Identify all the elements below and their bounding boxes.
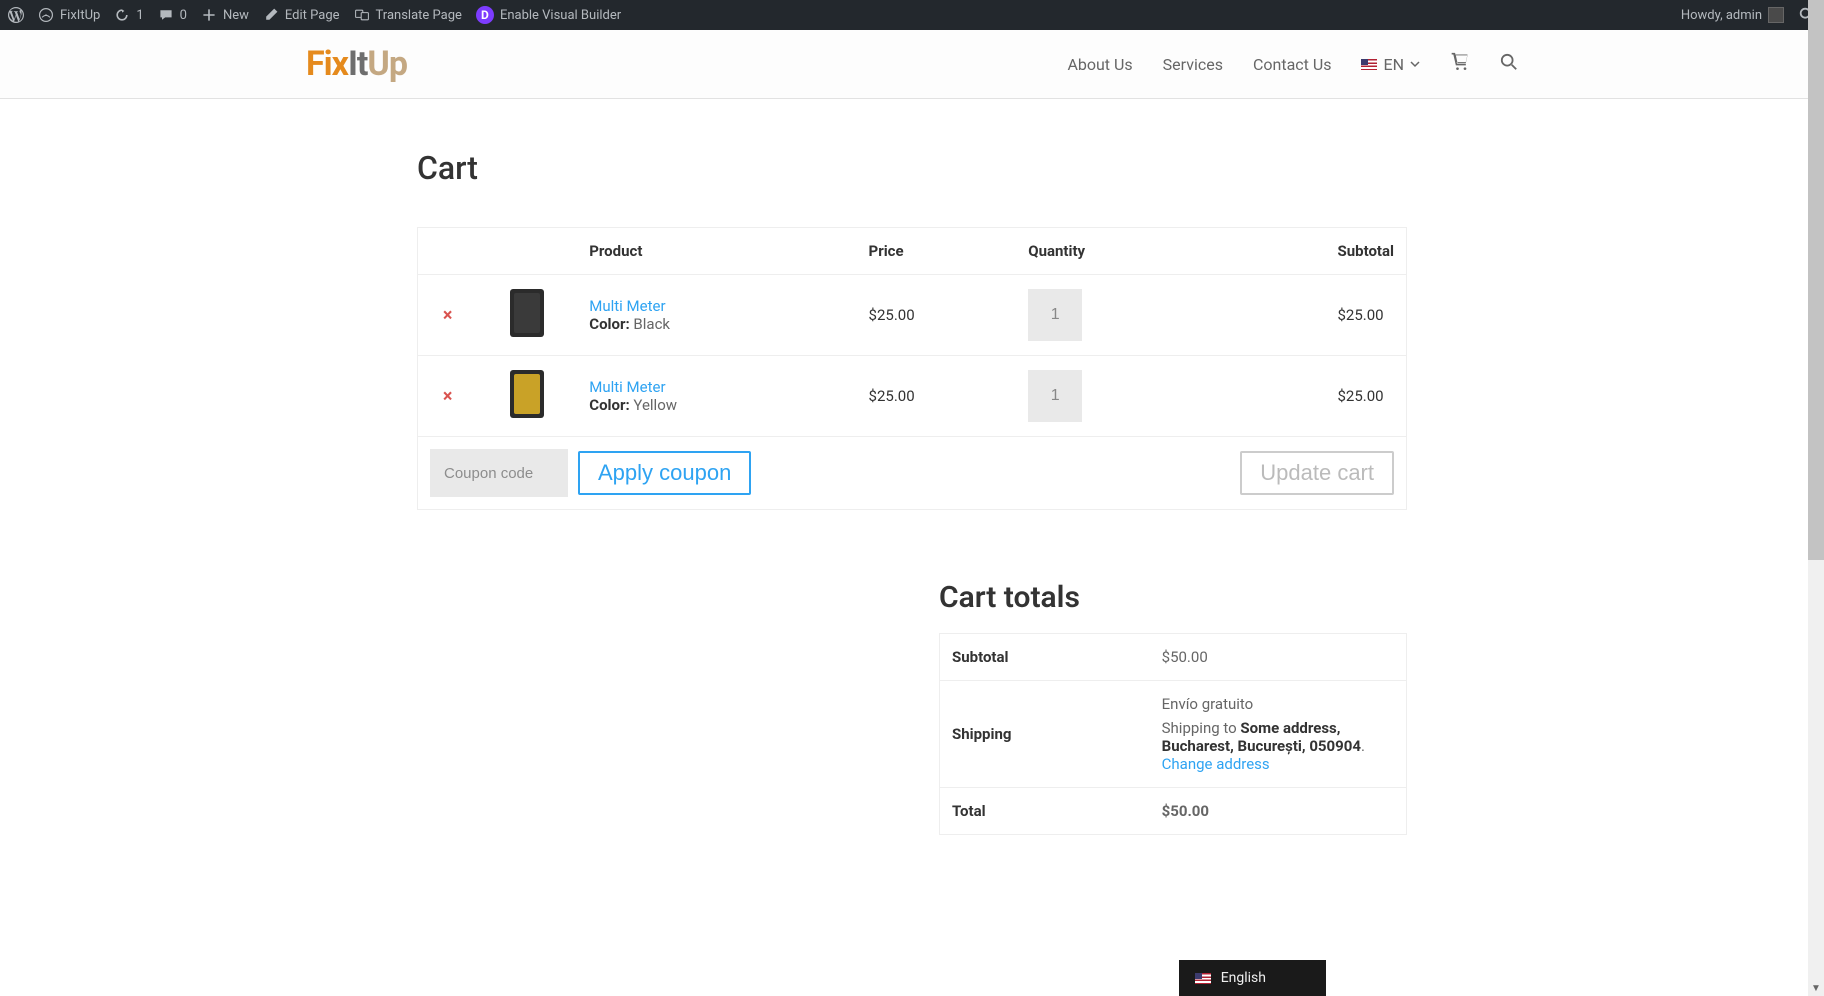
nav-cart[interactable]: [1450, 52, 1470, 76]
cart-row: × Multi Meter Color: Black $25.00 $25.00: [418, 275, 1407, 356]
product-subtotal: $25.00: [1326, 275, 1407, 356]
wordpress-icon: [8, 7, 24, 23]
shipping-address: Shipping to Some address, Bucharest, Buc…: [1162, 719, 1394, 755]
site-logo[interactable]: FixItUp: [292, 44, 407, 84]
main-content: Cart Product Price Quantity Subtotal × M…: [417, 99, 1407, 875]
nav-language-code: EN: [1383, 55, 1404, 74]
floating-language-label: English: [1221, 970, 1266, 986]
total-value: $50.00: [1150, 788, 1407, 835]
subtotal-value: $50.00: [1150, 634, 1407, 681]
remove-item-button[interactable]: ×: [443, 386, 453, 407]
adminbar-comments[interactable]: 0: [158, 7, 187, 23]
total-label: Total: [940, 788, 1150, 835]
floating-language-switcher[interactable]: English: [1179, 960, 1326, 996]
cart-row: × Multi Meter Color: Yellow $25.00 $25.0…: [418, 356, 1407, 437]
col-product-header: Product: [577, 228, 856, 275]
col-thumb-header: [477, 228, 577, 275]
cart-totals-title: Cart totals: [939, 580, 1407, 615]
cart-totals-table: Subtotal $50.00 Shipping Envío gratuito …: [939, 633, 1407, 835]
adminbar-translate-page[interactable]: Translate Page: [354, 7, 462, 23]
product-price: $25.00: [857, 275, 1017, 356]
scroll-down-icon[interactable]: ▼: [1808, 980, 1824, 996]
product-thumb[interactable]: [510, 370, 544, 418]
cart-totals: Cart totals Subtotal $50.00 Shipping Env…: [939, 580, 1407, 835]
coupon-code-input[interactable]: [430, 449, 568, 497]
product-subtotal: $25.00: [1326, 356, 1407, 437]
product-price: $25.00: [857, 356, 1017, 437]
nav-contact[interactable]: Contact Us: [1253, 55, 1332, 74]
divi-icon: D: [476, 6, 494, 24]
col-remove-header: [418, 228, 478, 275]
product-thumb[interactable]: [510, 289, 544, 337]
product-link[interactable]: Multi Meter: [589, 297, 665, 315]
nav-services[interactable]: Services: [1163, 55, 1223, 74]
adminbar-updates-count: 1: [136, 8, 143, 23]
comment-icon: [158, 7, 174, 23]
search-icon: [1500, 53, 1518, 71]
adminbar-edit-page[interactable]: Edit Page: [263, 7, 340, 23]
logo-text: FixItUp: [306, 44, 407, 84]
pencil-icon: [263, 7, 279, 23]
nav-search[interactable]: [1500, 53, 1518, 75]
col-qty-header: Quantity: [1016, 228, 1325, 275]
scrollbar-thumb[interactable]: [1808, 0, 1824, 560]
adminbar-site[interactable]: FixItUp: [38, 7, 100, 23]
nav-about[interactable]: About Us: [1067, 55, 1132, 74]
page-title: Cart: [417, 149, 1407, 187]
primary-nav: About Us Services Contact Us EN: [1067, 52, 1532, 76]
adminbar-comments-count: 0: [180, 8, 187, 23]
plus-icon: [201, 7, 217, 23]
cart-icon: [1450, 52, 1470, 72]
col-subtotal-header: Subtotal: [1326, 228, 1407, 275]
cart-table: Product Price Quantity Subtotal × Multi …: [417, 227, 1407, 510]
apply-coupon-button[interactable]: Apply coupon: [578, 451, 751, 495]
home-icon: [38, 7, 54, 23]
quantity-input[interactable]: [1028, 370, 1082, 422]
product-variation: Color: Black: [589, 315, 670, 333]
flag-us-icon: [1361, 59, 1377, 70]
adminbar-enable-vb-label: Enable Visual Builder: [500, 8, 621, 23]
translate-icon: [354, 7, 370, 23]
chevron-down-icon: [1410, 59, 1420, 69]
adminbar-new-label: New: [223, 8, 249, 23]
remove-item-button[interactable]: ×: [443, 305, 453, 326]
adminbar-edit-page-label: Edit Page: [285, 8, 340, 23]
adminbar-enable-visual-builder[interactable]: D Enable Visual Builder: [476, 6, 621, 24]
wp-admin-bar: FixItUp 1 0 New Edit Page Translate Page…: [0, 0, 1824, 30]
adminbar-new[interactable]: New: [201, 7, 249, 23]
col-price-header: Price: [857, 228, 1017, 275]
avatar: [1768, 7, 1784, 23]
adminbar-translate-page-label: Translate Page: [376, 8, 462, 23]
adminbar-howdy-label: Howdy, admin: [1681, 8, 1762, 23]
product-variation: Color: Yellow: [589, 396, 677, 414]
quantity-input[interactable]: [1028, 289, 1082, 341]
adminbar-howdy[interactable]: Howdy, admin: [1681, 7, 1784, 23]
product-link[interactable]: Multi Meter: [589, 378, 665, 396]
scrollbar[interactable]: ▼: [1808, 0, 1824, 996]
nav-language-switcher[interactable]: EN: [1361, 55, 1420, 74]
change-address-link[interactable]: Change address: [1162, 755, 1270, 773]
adminbar-updates[interactable]: 1: [114, 7, 143, 23]
refresh-icon: [114, 7, 130, 23]
adminbar-site-name: FixItUp: [60, 8, 100, 23]
update-cart-button[interactable]: Update cart: [1240, 451, 1394, 495]
shipping-label: Shipping: [940, 681, 1150, 788]
site-header: FixItUp About Us Services Contact Us EN: [0, 30, 1824, 99]
subtotal-label: Subtotal: [940, 634, 1150, 681]
shipping-method: Envío gratuito: [1162, 695, 1394, 713]
wp-logo[interactable]: [8, 7, 24, 23]
flag-us-icon: [1195, 973, 1211, 984]
cart-actions-row: Apply coupon Update cart: [418, 437, 1407, 510]
